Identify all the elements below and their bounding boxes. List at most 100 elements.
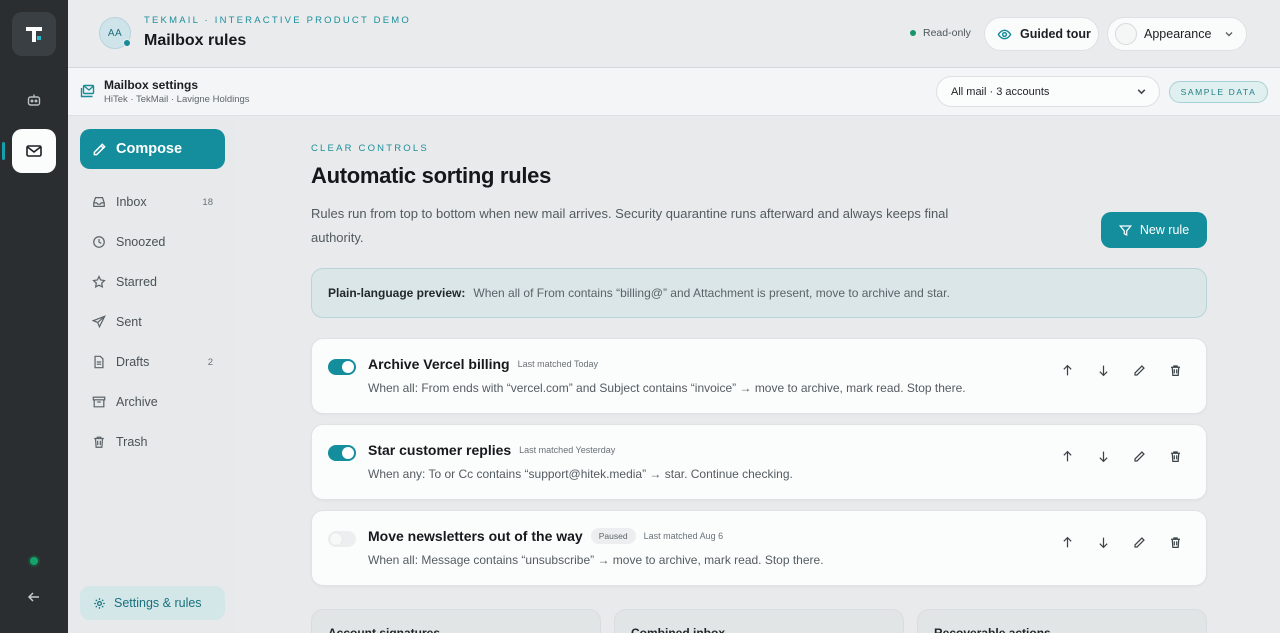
rule-description: When any: To or Cc contains “support@hit…: [368, 467, 793, 481]
account-list: HiTek · TekMail · Lavigne Holdings: [104, 94, 250, 105]
section-eyebrow: CLEAR CONTROLS: [311, 143, 429, 154]
paused-badge: Paused: [590, 528, 636, 544]
brand-eyebrow: TEKMAIL · INTERACTIVE PRODUCT DEMO: [144, 15, 411, 26]
draft-icon: [94, 355, 104, 369]
preview-text: When all of From contains “billing@” and…: [473, 286, 950, 300]
avatar-status-dot: [123, 39, 131, 47]
rule-description: When all: From ends with “vercel.com” an…: [368, 381, 966, 395]
logo-mark-icon: [26, 27, 42, 42]
delete-rule-button[interactable]: [1168, 449, 1182, 463]
arrow-down-icon: [1098, 451, 1108, 462]
collapse-rail-button[interactable]: [12, 575, 56, 619]
sample-data-badge: SAMPLE DATA: [1169, 81, 1268, 103]
online-status-dot: [30, 557, 38, 565]
sidebar-item-snoozed[interactable]: Snoozed: [80, 222, 225, 262]
rail-automation-button[interactable]: [12, 78, 56, 122]
appearance-label: Appearance: [1144, 27, 1212, 41]
rule-title-row: Star customer replies Last matched Yeste…: [368, 442, 615, 458]
rail-mail-button[interactable]: [12, 129, 56, 173]
unread-count: 18: [202, 196, 213, 208]
move-down-button[interactable]: [1096, 449, 1110, 463]
rule-actions: [1060, 449, 1182, 463]
rule-name: Move newsletters out of the way: [368, 528, 583, 544]
settings-rules-label: Settings & rules: [114, 596, 202, 610]
sidebar-item-inbox[interactable]: Inbox 18: [80, 182, 225, 222]
edit-rule-button[interactable]: [1132, 363, 1146, 377]
rule-enabled-toggle[interactable]: [328, 531, 356, 547]
sidebar-item-archive[interactable]: Archive: [80, 382, 225, 422]
rule-last-matched: Last matched Yesterday: [519, 445, 616, 455]
sidebar-item-label: Archive: [116, 395, 158, 409]
plain-language-preview: Plain-language preview: When all of From…: [311, 268, 1207, 318]
move-up-button[interactable]: [1060, 535, 1074, 549]
mailbox-settings-icon: [80, 84, 95, 98]
rule-card: Star customer replies Last matched Yeste…: [311, 424, 1207, 500]
rule-actions: [1060, 535, 1182, 549]
rule-actions: [1060, 363, 1182, 377]
delete-rule-button[interactable]: [1168, 363, 1182, 377]
account-signatures-card[interactable]: Account signatures: [311, 609, 601, 633]
appearance-menu-button[interactable]: Appearance: [1107, 17, 1247, 51]
chevron-down-icon: [1137, 89, 1146, 95]
rule-last-matched: Last matched Today: [517, 359, 599, 369]
pencil-icon: [1133, 450, 1145, 462]
edit-rule-button[interactable]: [1132, 535, 1146, 549]
rule-name: Star customer replies: [368, 442, 512, 458]
rule-title-row: Archive Vercel billing Last matched Toda…: [368, 356, 598, 372]
edit-rule-button[interactable]: [1132, 449, 1146, 463]
robot-icon: [27, 94, 41, 106]
combined-inbox-card[interactable]: Combined inbox: [614, 609, 904, 633]
rule-enabled-toggle[interactable]: [328, 445, 356, 461]
sidebar-item-label: Snoozed: [116, 235, 166, 249]
rules-main-panel: CLEAR CONTROLS Automatic sorting rules R…: [237, 116, 1280, 633]
preview-label: Plain-language preview:: [328, 286, 466, 300]
mail-sidebar: Compose Inbox 18 Snoozed Starred Sent Dr…: [68, 116, 237, 633]
new-rule-button[interactable]: New rule: [1101, 212, 1207, 248]
guided-tour-button[interactable]: Guided tour: [984, 17, 1099, 51]
move-down-button[interactable]: [1096, 363, 1110, 377]
delete-rule-button[interactable]: [1168, 535, 1182, 549]
sidebar-item-label: Starred: [116, 275, 157, 289]
move-up-button[interactable]: [1060, 449, 1074, 463]
star-icon: [92, 275, 106, 289]
account-filter-select[interactable]: All mail · 3 accounts: [936, 76, 1160, 107]
arrow-down-icon: [1098, 365, 1108, 376]
pencil-icon: [93, 142, 106, 155]
tekmail-logo[interactable]: [12, 12, 56, 56]
top-header: AA TEKMAIL · INTERACTIVE PRODUCT DEMO Ma…: [68, 0, 1280, 68]
sidebar-item-drafts[interactable]: Drafts 2: [80, 342, 225, 382]
app-rail: [0, 0, 68, 633]
rule-title-row: Move newsletters out of the way Paused L…: [368, 528, 723, 544]
rail-active-indicator: [2, 142, 5, 160]
status-dot: [910, 30, 916, 36]
mail-folder-nav: Inbox 18 Snoozed Starred Sent Drafts 2 A…: [80, 182, 225, 462]
trash-icon: [1170, 364, 1180, 376]
compose-button[interactable]: Compose: [80, 129, 225, 169]
page-title: Mailbox rules: [144, 32, 247, 49]
rule-card: Archive Vercel billing Last matched Toda…: [311, 338, 1207, 414]
sidebar-item-sent[interactable]: Sent: [80, 302, 225, 342]
arrow-down-icon: [1098, 537, 1108, 548]
rules-description: Rules run from top to bottom when new ma…: [311, 206, 949, 245]
trash-icon: [1170, 536, 1180, 548]
rules-heading: Automatic sorting rules: [311, 163, 552, 188]
arrow-up-icon: [1062, 450, 1072, 461]
mailbox-settings-title: Mailbox settings: [104, 78, 199, 92]
move-up-button[interactable]: [1060, 363, 1074, 377]
sidebar-item-trash[interactable]: Trash: [80, 422, 225, 462]
recoverable-actions-card[interactable]: Recoverable actions: [917, 609, 1207, 633]
rule-enabled-toggle[interactable]: [328, 359, 356, 375]
draft-count: 2: [207, 356, 213, 368]
archive-icon: [92, 396, 106, 408]
chevron-down-icon: [1225, 32, 1233, 37]
settings-rules-button[interactable]: Settings & rules: [80, 586, 225, 620]
rule-description: When all: Message contains “unsubscribe”…: [368, 553, 824, 567]
arrow-up-icon: [1062, 364, 1072, 375]
gear-icon: [94, 597, 105, 609]
eye-icon: [997, 29, 1012, 39]
move-down-button[interactable]: [1096, 535, 1110, 549]
clock-icon: [93, 236, 105, 248]
sidebar-item-starred[interactable]: Starred: [80, 262, 225, 302]
rule-card: Move newsletters out of the way Paused L…: [311, 510, 1207, 586]
inbox-icon: [93, 197, 105, 207]
